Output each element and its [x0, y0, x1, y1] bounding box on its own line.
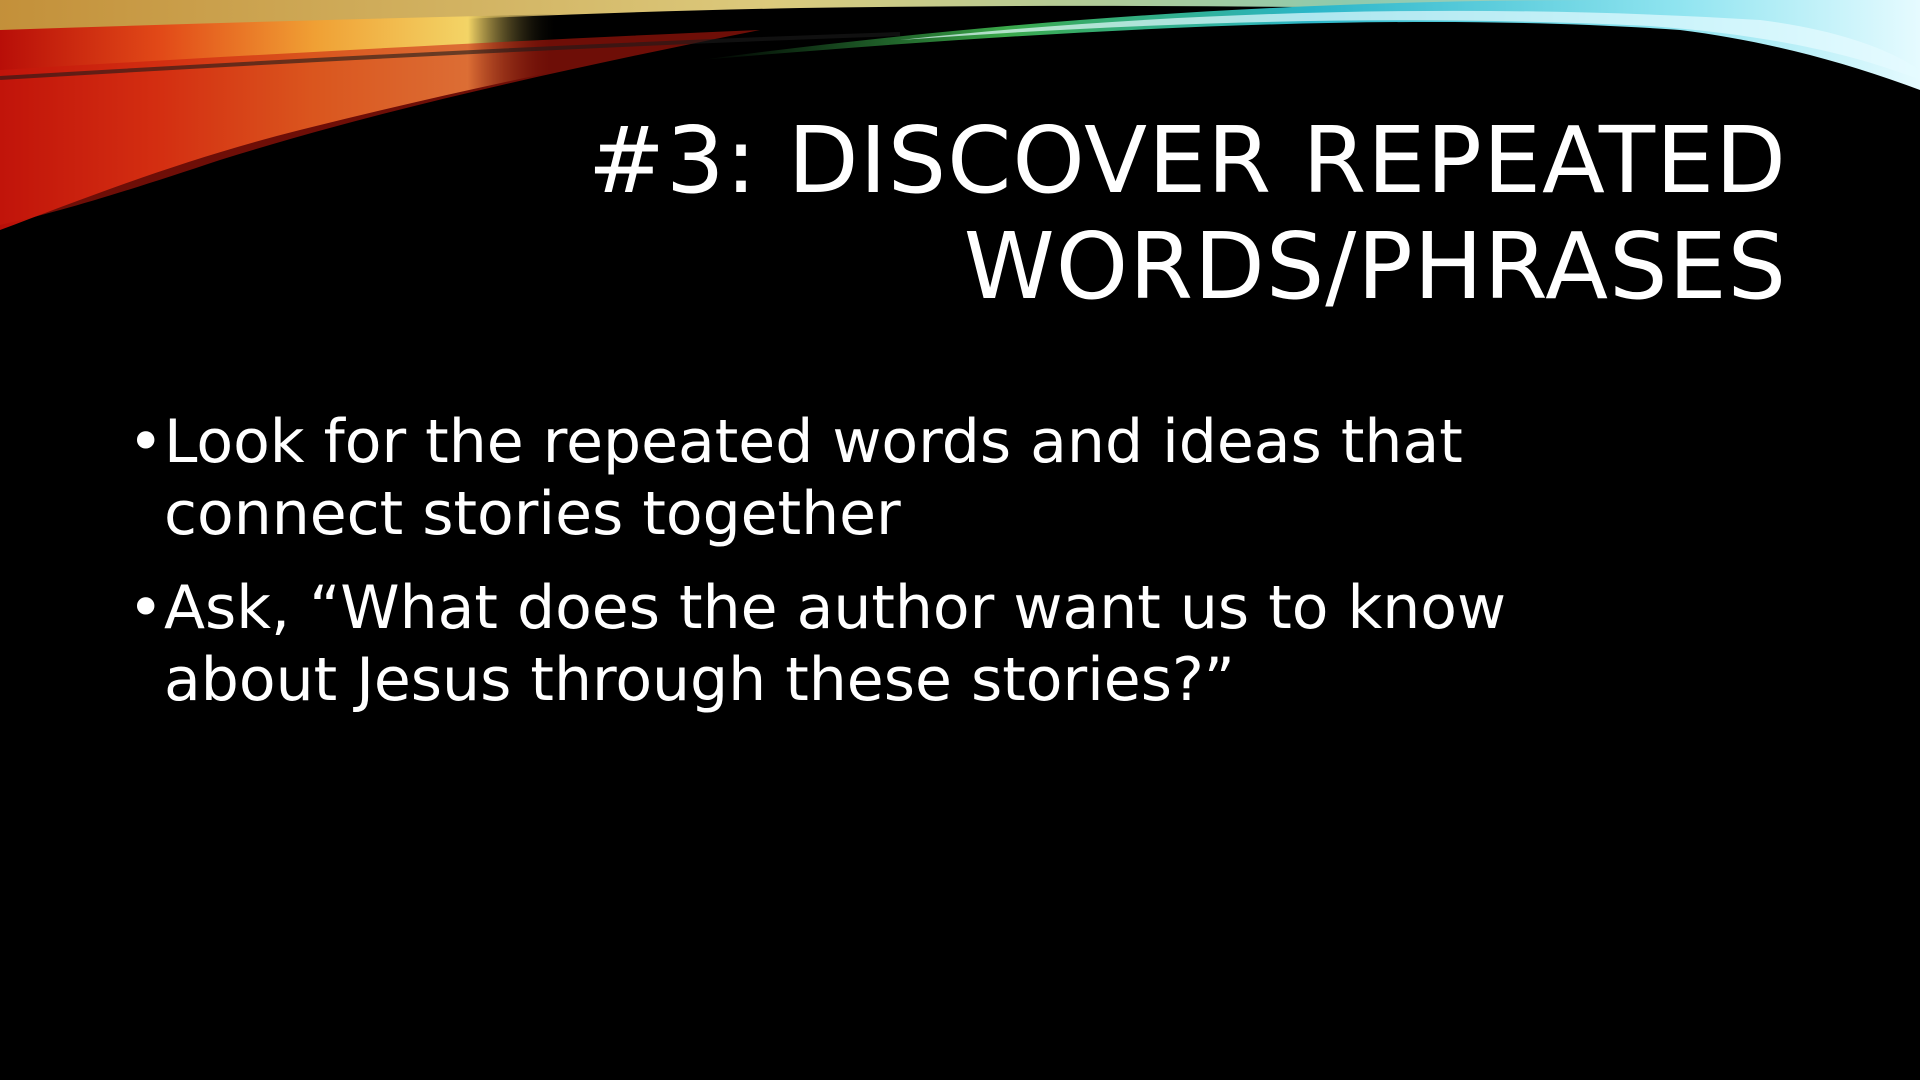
bullet-dot-icon: • [128, 407, 164, 477]
bullet-text: Look for the repeated words and ideas th… [164, 406, 1688, 550]
title-line-1: #3: DISCOVER REPEATED [587, 107, 1787, 214]
bullet-line: connect stories together [164, 479, 901, 549]
slide: #3: DISCOVER REPEATED WORDS/PHRASES • Lo… [0, 0, 1920, 1080]
bullet-text: Ask, “What does the author want us to kn… [164, 572, 1688, 716]
bullet-line: Ask, “What does the author want us to kn… [164, 573, 1507, 643]
bullet-item: • Ask, “What does the author want us to … [128, 572, 1688, 716]
bullet-list: • Look for the repeated words and ideas … [128, 406, 1688, 738]
bullet-item: • Look for the repeated words and ideas … [128, 406, 1688, 550]
slide-title: #3: DISCOVER REPEATED WORDS/PHRASES [387, 108, 1787, 320]
bullet-line: Look for the repeated words and ideas th… [164, 407, 1463, 477]
bullet-line: about Jesus through these stories?” [164, 645, 1235, 715]
bullet-dot-icon: • [128, 573, 164, 643]
title-line-2: WORDS/PHRASES [963, 213, 1787, 320]
